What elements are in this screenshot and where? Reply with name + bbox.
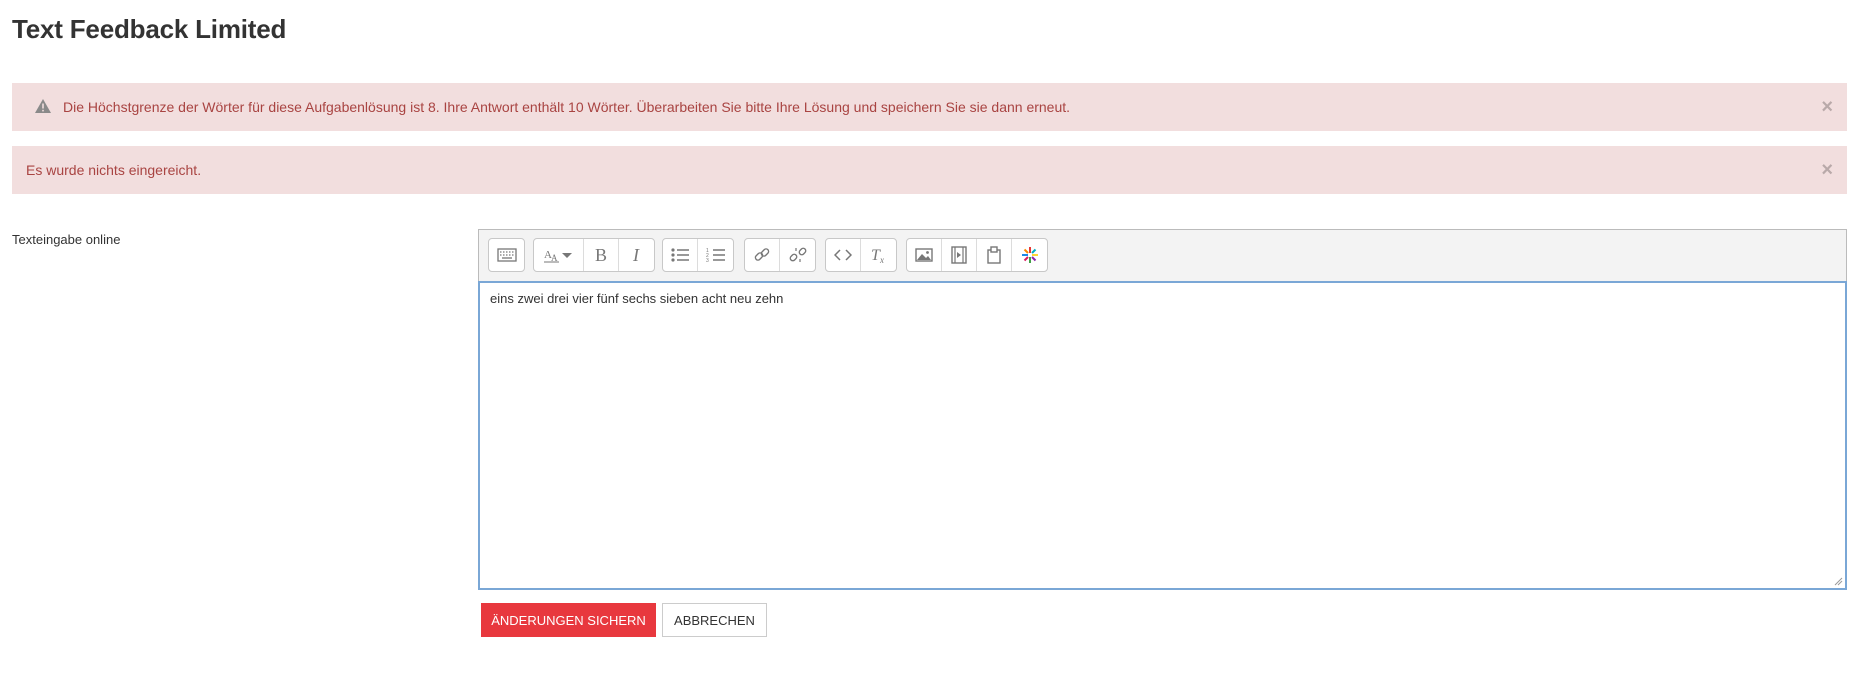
toolbar-toggle-icon[interactable]	[489, 239, 524, 271]
toolbar-group-media	[906, 238, 1048, 272]
toolbar-group-source: T x	[825, 238, 897, 272]
toolbar-group-lists: 1 2 3	[662, 238, 734, 272]
page-title: Text Feedback Limited	[12, 14, 287, 44]
image-icon[interactable]	[907, 239, 942, 271]
editor-content-area[interactable]: eins zwei drei vier fünf sechs sieben ac…	[478, 281, 1847, 590]
warning-icon	[34, 98, 54, 116]
nothing-submitted-alert-text: Es wurde nichts eingereicht.	[26, 162, 202, 178]
accessibility-icon[interactable]	[1012, 239, 1047, 271]
editor-text: eins zwei drei vier fünf sechs sieben ac…	[490, 291, 784, 306]
text-editor: A A B I 1 2 3 T x eins zwei drei vier fü…	[478, 229, 1847, 590]
resize-handle-icon[interactable]	[1833, 576, 1843, 586]
numbered-list-icon[interactable]: 1 2 3	[698, 239, 733, 271]
svg-text:B: B	[595, 246, 607, 264]
clear-formatting-icon[interactable]: T x	[861, 239, 896, 271]
italic-icon[interactable]: I	[619, 239, 654, 271]
font-size-icon[interactable]: A A	[534, 239, 584, 271]
save-changes-button[interactable]: ÄNDERUNGEN SICHERN	[481, 603, 656, 637]
nothing-submitted-alert: Es wurde nichts eingereicht. ×	[12, 146, 1847, 194]
media-icon[interactable]	[942, 239, 977, 271]
unlink-icon[interactable]	[780, 239, 815, 271]
cancel-button[interactable]: ABBRECHEN	[662, 603, 767, 637]
editor-toolbar: A A B I 1 2 3 T x	[479, 230, 1846, 281]
online-text-label: Texteingabe online	[12, 232, 121, 247]
svg-text:I: I	[632, 246, 640, 264]
close-icon[interactable]: ×	[1821, 160, 1833, 180]
word-limit-alert: Die Höchstgrenze der Wörter für diese Au…	[12, 83, 1847, 131]
bullet-list-icon[interactable]	[663, 239, 698, 271]
word-limit-alert-text: Die Höchstgrenze der Wörter für diese Au…	[63, 99, 1071, 115]
bold-icon[interactable]: B	[584, 239, 619, 271]
close-icon[interactable]: ×	[1821, 97, 1833, 117]
svg-text:3: 3	[706, 258, 709, 263]
link-icon[interactable]	[745, 239, 780, 271]
toolbar-group-style: A A B I	[533, 238, 655, 272]
toolbar-group-links	[744, 238, 816, 272]
svg-text:x: x	[879, 255, 884, 264]
manage-files-icon[interactable]	[977, 239, 1012, 271]
toolbar-group-collapse	[488, 238, 525, 272]
html-source-icon[interactable]	[826, 239, 861, 271]
